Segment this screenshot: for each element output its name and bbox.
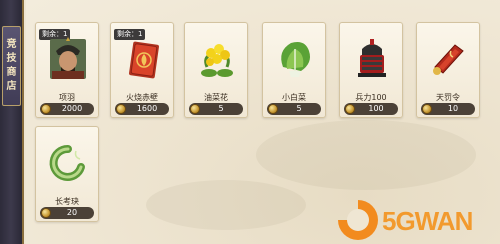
shop-item-card[interactable]: 天罚令 10 — [416, 22, 480, 118]
shop-item-card[interactable]: 油菜花 5 — [184, 22, 248, 118]
site-watermark: 5GWAN — [338, 196, 500, 244]
shop-sidebar: 竞 技 商 店 — [0, 0, 24, 244]
shop-item-card[interactable]: 小白菜 5 — [262, 22, 326, 118]
item-name: 小白菜 — [282, 93, 306, 102]
item-name: 长考玦 — [55, 197, 79, 206]
coin-icon — [116, 104, 126, 114]
card-icon — [123, 37, 163, 81]
tab-char: 店 — [6, 81, 17, 92]
price-value: 2000 — [61, 104, 83, 113]
item-name: 油菜花 — [204, 93, 228, 102]
watermark-logo-icon — [338, 200, 378, 240]
item-name: 项羽 — [59, 93, 75, 102]
item-name: 天罚令 — [436, 93, 460, 102]
armor-icon — [352, 37, 392, 81]
price-value: 5 — [218, 104, 224, 113]
coin-icon — [345, 104, 355, 114]
item-name: 兵力100 — [355, 93, 387, 102]
price-value: 10 — [447, 104, 459, 113]
coin-icon — [190, 104, 200, 114]
price-tag: 1600 — [115, 103, 169, 115]
price-value: 20 — [66, 208, 78, 217]
shop-item-card[interactable]: 剩余：1 项羽 2000 — [35, 22, 99, 118]
ink-wash-decoration — [146, 180, 306, 230]
shop-item-card[interactable]: 兵力100 100 — [339, 22, 403, 118]
price-tag: 100 — [344, 103, 398, 115]
price-tag: 20 — [40, 207, 94, 219]
price-tag: 2000 — [40, 103, 94, 115]
tab-char: 竞 — [6, 39, 17, 50]
shop-item-card[interactable]: 长考玦 20 — [35, 126, 99, 222]
token-icon — [429, 37, 469, 81]
tab-arena-shop[interactable]: 竞 技 商 店 — [2, 26, 21, 106]
price-value: 100 — [368, 104, 384, 113]
flower-icon — [197, 37, 237, 81]
coin-icon — [41, 208, 51, 218]
price-value: 1600 — [136, 104, 158, 113]
coin-icon — [268, 104, 278, 114]
price-tag: 5 — [189, 103, 243, 115]
coin-icon — [422, 104, 432, 114]
price-tag: 5 — [267, 103, 321, 115]
price-value: 5 — [296, 104, 302, 113]
cabbage-icon — [275, 37, 315, 81]
jade-ring-icon — [48, 141, 88, 185]
item-name: 火烧赤壁 — [126, 93, 158, 102]
portrait-icon — [48, 37, 88, 81]
shop-item-card[interactable]: 剩余：1 火烧赤壁 1600 — [110, 22, 174, 118]
watermark-text: 5GWAN — [382, 206, 473, 236]
tab-char: 技 — [6, 53, 17, 64]
price-tag: 10 — [421, 103, 475, 115]
ink-wash-decoration — [256, 120, 476, 190]
coin-icon — [41, 104, 51, 114]
tab-char: 商 — [6, 67, 17, 78]
